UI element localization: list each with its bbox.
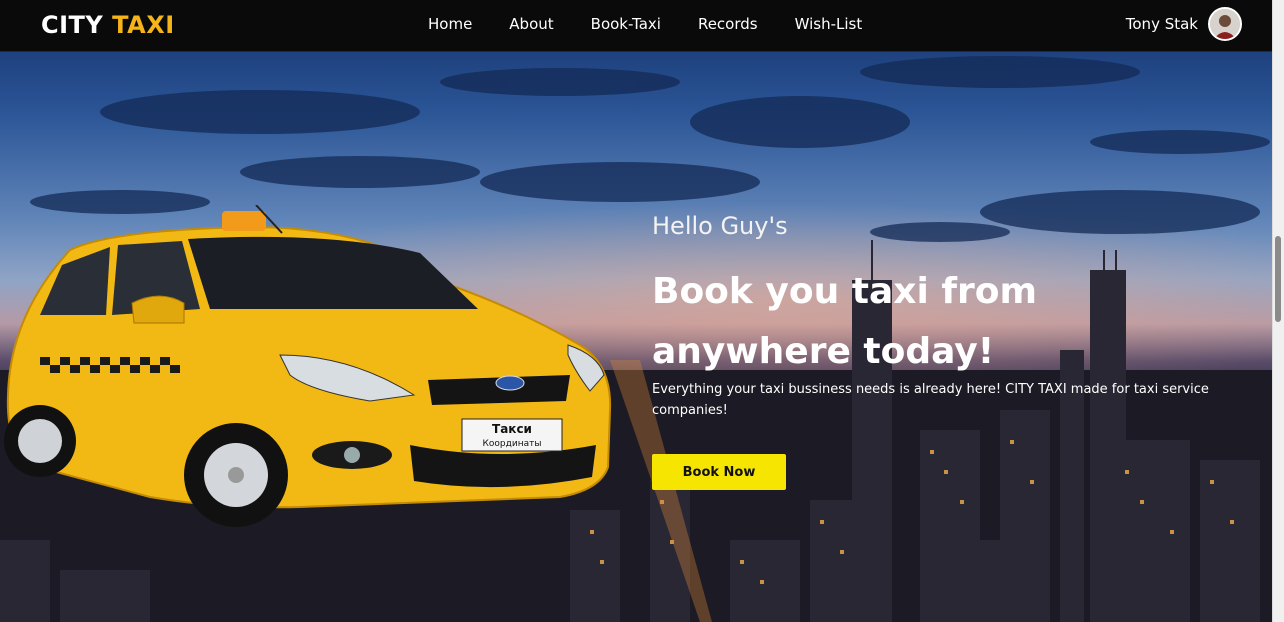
book-now-button[interactable]: Book Now [652,454,786,490]
page: Такси Координаты Hello Guy's Book you ta… [0,0,1284,622]
brand-city: CITY [41,11,104,39]
hero-greeting: Hello Guy's [652,212,788,240]
nav-book-taxi[interactable]: Book-Taxi [591,15,661,33]
brand-logo[interactable]: CITY TAXI [41,11,175,39]
top-navbar: CITY TAXI Home About Book-Taxi Records W… [0,0,1272,52]
user-avatar-icon[interactable] [1208,7,1242,41]
nav-home[interactable]: Home [428,15,472,33]
user-name: Tony Stak [1125,15,1198,33]
user-menu[interactable]: Tony Stak [1126,7,1242,41]
yellow-taxi-car: Такси Координаты [4,205,612,527]
plate-line1: Такси [492,422,532,436]
page-scrollbar[interactable] [1272,0,1284,622]
hero-headline: Book you taxi from anywhere today! [652,271,1037,372]
nav-about[interactable]: About [509,15,553,33]
main-nav: Home About Book-Taxi Records Wish-List [428,15,862,33]
scrollbar-thumb[interactable] [1275,236,1281,322]
plate-line2: Координаты [483,439,542,449]
nav-wish-list[interactable]: Wish-List [795,15,863,33]
brand-taxi: TAXI [112,11,175,39]
nav-records[interactable]: Records [698,15,758,33]
hero-subtitle: Everything your taxi bussiness needs is … [652,382,1209,418]
